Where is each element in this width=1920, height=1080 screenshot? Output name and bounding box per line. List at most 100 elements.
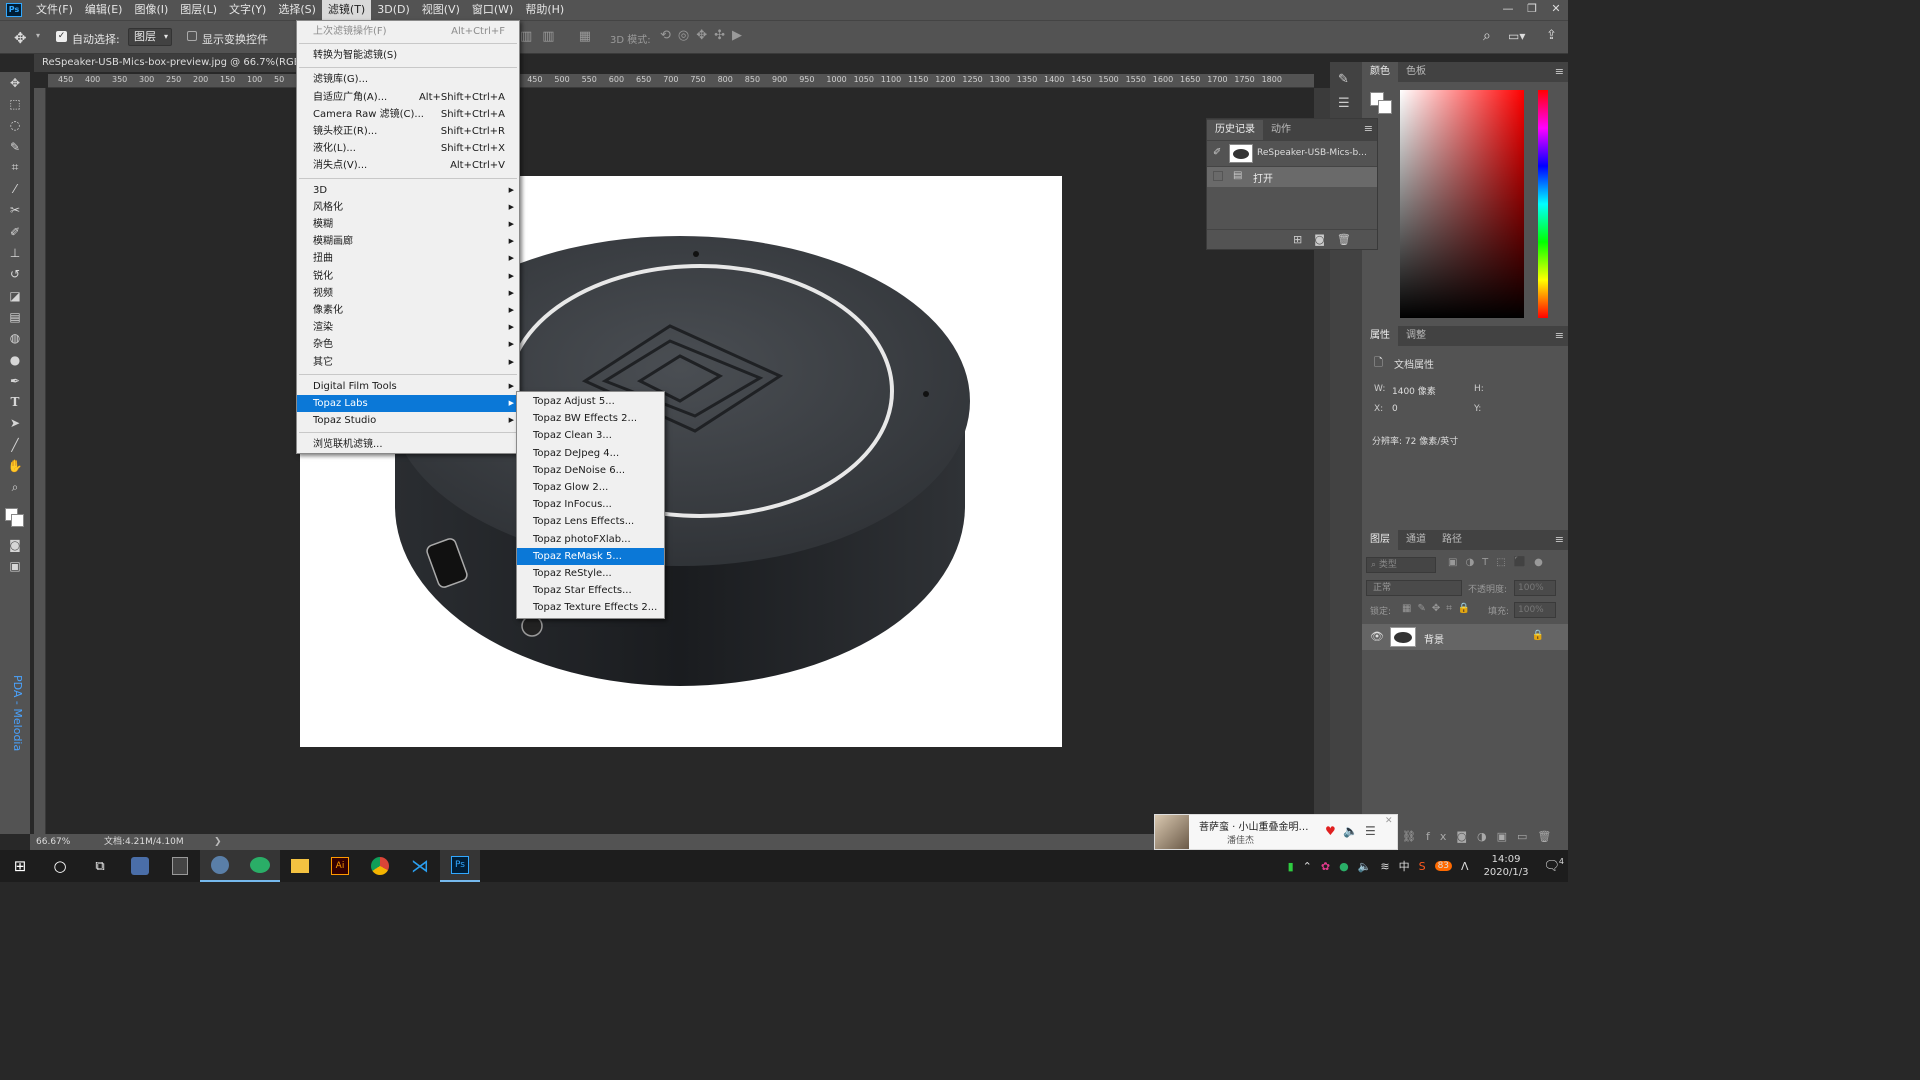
- topaz-menu-item[interactable]: Topaz Adjust 5...: [517, 393, 664, 410]
- wifi-tray-icon[interactable]: ≋: [1380, 860, 1389, 873]
- filter-menu-item[interactable]: 消失点(V)... Alt+Ctrl+V: [297, 157, 519, 174]
- speaker-tray-icon[interactable]: 🔈: [1358, 860, 1372, 873]
- history-brush-source-icon[interactable]: ✐: [1213, 147, 1221, 158]
- auto-select-dropdown[interactable]: 图层 ▾: [128, 28, 172, 46]
- filter-menu-item[interactable]: 浏览联机滤镜...: [297, 436, 519, 453]
- screen-mode-icon[interactable]: ▣: [0, 555, 30, 576]
- filter-menu-item[interactable]: 模糊画廊 ▶: [297, 233, 519, 250]
- zoom-level[interactable]: 66.67%: [36, 834, 70, 850]
- filter-menu-item[interactable]: 液化(L)... Shift+Ctrl+X: [297, 140, 519, 157]
- fill-input[interactable]: 100%: [1514, 602, 1556, 618]
- app-tray-icon[interactable]: ✿: [1321, 860, 1330, 873]
- eyedropper-tool-icon[interactable]: ⁄: [0, 178, 30, 199]
- hidden-tray-icon[interactable]: ᐱ: [1461, 860, 1469, 873]
- topaz-menu-item[interactable]: Topaz Glow 2...: [517, 479, 664, 496]
- healing-brush-tool-icon[interactable]: ✂: [0, 200, 30, 221]
- layer-action-icons[interactable]: ⛓fx◙◑▣▭🗑: [1402, 830, 1561, 843]
- blend-mode-dropdown[interactable]: 正常: [1366, 580, 1462, 596]
- clone-stamp-tool-icon[interactable]: ⊥: [0, 242, 30, 263]
- filter-menu-item[interactable]: 转换为智能滤镜(S): [297, 47, 519, 64]
- menu-2[interactable]: 图像(I): [128, 0, 174, 20]
- close-icon[interactable]: ✕: [1385, 816, 1393, 826]
- calculator-icon[interactable]: [160, 850, 200, 882]
- tab-swatches[interactable]: 色板: [1398, 62, 1434, 82]
- hand-tool-icon[interactable]: ✋: [0, 455, 30, 476]
- menu-8[interactable]: 视图(V): [416, 0, 466, 20]
- vscode-icon[interactable]: ⋊: [400, 850, 440, 882]
- move-tool-icon[interactable]: ✥: [14, 29, 27, 47]
- topaz-menu-item[interactable]: Topaz Texture Effects 2...: [517, 599, 664, 616]
- zoom-tool-icon[interactable]: ⌕: [0, 477, 30, 498]
- history-state-checkbox[interactable]: [1213, 171, 1223, 181]
- x-value[interactable]: 0: [1392, 404, 1398, 414]
- chevron-up-icon[interactable]: ⌃: [1303, 860, 1312, 873]
- wechat-icon[interactable]: [240, 850, 280, 882]
- align-buttons[interactable]: ▥▥ ▦: [520, 29, 601, 44]
- history-state[interactable]: ▤ 打开: [1207, 167, 1377, 187]
- topaz-menu-item[interactable]: Topaz InFocus...: [517, 496, 664, 513]
- menu-6[interactable]: 滤镜(T): [321, 0, 372, 20]
- type-tool-icon[interactable]: T: [0, 391, 30, 412]
- marquee-tool-icon[interactable]: ⬚: [0, 93, 30, 114]
- history-brush-tool-icon[interactable]: ↺: [0, 264, 30, 285]
- filter-menu-item[interactable]: 模糊 ▶: [297, 216, 519, 233]
- move-tool-icon[interactable]: ✥: [0, 72, 30, 93]
- tool-preset-chevron-icon[interactable]: ▾: [36, 31, 40, 40]
- layer-filter-icons[interactable]: ▣◑T⬚⬛●: [1448, 557, 1551, 568]
- opacity-input[interactable]: 100%: [1514, 580, 1556, 596]
- filter-menu-item[interactable]: 风格化 ▶: [297, 199, 519, 216]
- menu-1[interactable]: 编辑(E): [79, 0, 129, 20]
- cortana-search-icon[interactable]: ○: [40, 850, 80, 882]
- volume-icon[interactable]: 🔈: [1343, 824, 1358, 838]
- topaz-menu-item[interactable]: Topaz DeJpeg 4...: [517, 445, 664, 462]
- search-icon[interactable]: ⌕: [1483, 28, 1491, 44]
- tab-paths[interactable]: 路径: [1434, 530, 1470, 550]
- heart-icon[interactable]: ♥: [1325, 824, 1336, 838]
- color-picker-field[interactable]: [1400, 90, 1524, 318]
- close-button[interactable]: ✕: [1544, 0, 1568, 20]
- wechat-tray-icon[interactable]: ●: [1339, 860, 1349, 873]
- topaz-menu-item[interactable]: Topaz Lens Effects...: [517, 513, 664, 530]
- blur-tool-icon[interactable]: ◍: [0, 328, 30, 349]
- menu-3[interactable]: 图层(L): [174, 0, 223, 20]
- quick-select-tool-icon[interactable]: ✎: [0, 136, 30, 157]
- menu-4[interactable]: 文字(Y): [223, 0, 272, 20]
- filter-menu-item[interactable]: 渲染 ▶: [297, 319, 519, 336]
- filter-menu-item[interactable]: Topaz Studio ▶: [297, 412, 519, 429]
- tray-badge[interactable]: 83: [1434, 861, 1453, 871]
- filter-menu-item[interactable]: Digital Film Tools ▶: [297, 378, 519, 395]
- menu-5[interactable]: 选择(S): [272, 0, 322, 20]
- chrome-icon[interactable]: [360, 850, 400, 882]
- lasso-tool-icon[interactable]: ◌: [0, 115, 30, 136]
- layer-name[interactable]: 背景: [1424, 631, 1444, 646]
- topaz-menu-item[interactable]: Topaz Clean 3...: [517, 427, 664, 444]
- tab-properties[interactable]: 属性: [1362, 326, 1398, 346]
- file-explorer-icon[interactable]: [280, 850, 320, 882]
- tab-layers[interactable]: 图层: [1362, 530, 1398, 550]
- visibility-eye-icon[interactable]: 👁: [1370, 630, 1384, 643]
- app-icon-2[interactable]: [200, 850, 240, 882]
- brush-tool-icon[interactable]: ✐: [0, 221, 30, 242]
- menu-10[interactable]: 帮助(H): [519, 0, 570, 20]
- app-icon-1[interactable]: [120, 850, 160, 882]
- topaz-menu-item[interactable]: Topaz DeNoise 6...: [517, 462, 664, 479]
- history-snapshot[interactable]: ✐ ReSpeaker-USB-Mics-b...: [1207, 141, 1377, 167]
- brush-settings-icon[interactable]: ✎: [1338, 72, 1349, 87]
- topaz-menu-item[interactable]: Topaz ReMask 5...: [517, 547, 664, 565]
- filter-menu-item[interactable]: 其它 ▶: [297, 354, 519, 371]
- sogou-tray-icon[interactable]: S: [1419, 860, 1426, 873]
- gradient-tool-icon[interactable]: ▤: [0, 306, 30, 327]
- topaz-menu-item[interactable]: Topaz Star Effects...: [517, 582, 664, 599]
- filter-menu-item[interactable]: Camera Raw 滤镜(C)... Shift+Ctrl+A: [297, 106, 519, 123]
- adjustments-icon[interactable]: ☰: [1338, 96, 1350, 111]
- panel-menu-icon[interactable]: ≡: [1555, 65, 1564, 78]
- filter-menu-item[interactable]: 锐化 ▶: [297, 268, 519, 285]
- topaz-menu-item[interactable]: Topaz photoFXlab...: [517, 531, 664, 548]
- width-value[interactable]: 1400 像素: [1392, 384, 1436, 397]
- notification-icon[interactable]: 🗨 4: [1543, 857, 1564, 874]
- filter-menu-item[interactable]: 自适应广角(A)... Alt+Shift+Ctrl+A: [297, 89, 519, 106]
- filter-menu-item[interactable]: 镜头校正(R)... Shift+Ctrl+R: [297, 123, 519, 140]
- lock-icons[interactable]: ▦✎✥⌗🔒: [1402, 603, 1476, 614]
- battery-tray-icon[interactable]: ▮: [1288, 860, 1294, 873]
- music-player-widget[interactable]: 菩萨蛮 · 小山重叠金明… 潘佳杰 ♥ 🔈 ☰ ✕: [1154, 814, 1398, 850]
